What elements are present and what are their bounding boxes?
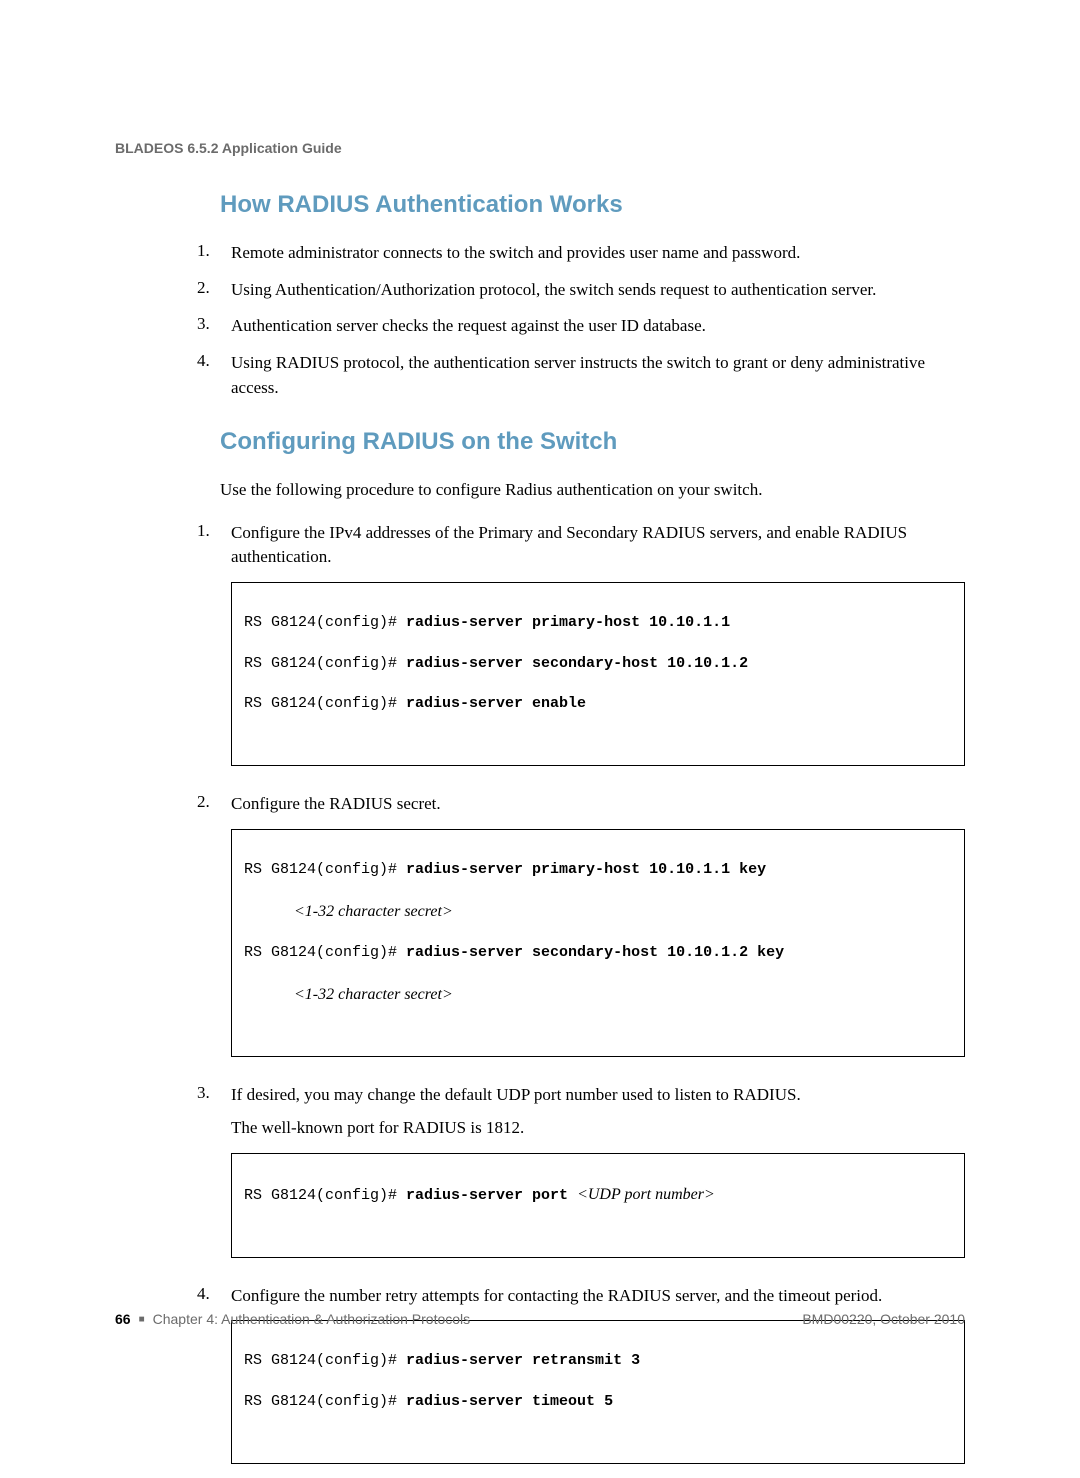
step-text: Using RADIUS protocol, the authenticatio… [231,351,965,400]
section2-step-2: 2. Configure the RADIUS secret. RS G8124… [197,792,965,1071]
step-number: 4. [197,351,221,400]
code-command: radius-server enable [406,695,586,712]
section1-step-2: 2. Using Authentication/Authorization pr… [197,278,965,303]
code-prompt: RS G8124(config)# [244,1393,406,1410]
page-footer: 66 ■ Chapter 4: Authentication & Authori… [115,1311,965,1327]
footer-page-number: 66 [115,1311,131,1327]
code-command: radius-server primary-host 10.10.1.1 key [406,861,766,878]
code-prompt: RS G8124(config)# [244,695,406,712]
code-block: RS G8124(config)# radius-server retransm… [231,1320,965,1464]
step-text: Using Authentication/Authorization proto… [231,278,965,303]
code-placeholder: <1-32 character secret> [244,901,453,923]
code-prompt: RS G8124(config)# [244,944,406,961]
section1-step-1: 1. Remote administrator connects to the … [197,241,965,266]
document-header: BLADEOS 6.5.2 Application Guide [115,140,965,156]
code-block: RS G8124(config)# radius-server primary-… [231,582,965,766]
step-text: Configure the RADIUS secret. [231,794,441,813]
code-block: RS G8124(config)# radius-server primary-… [231,829,965,1058]
step-text: Remote administrator connects to the swi… [231,241,965,266]
section2-heading: Configuring RADIUS on the Switch [115,428,965,456]
footer-doc-id: BMD00220, October 2010 [802,1311,965,1327]
code-command: radius-server retransmit 3 [406,1352,640,1369]
step-number: 1. [197,521,221,780]
step-number: 3. [197,1083,221,1271]
code-prompt: RS G8124(config)# [244,861,406,878]
code-command: radius-server secondary-host 10.10.1.2 [406,655,748,672]
step-number: 1. [197,241,221,266]
section1-step-4: 4. Using RADIUS protocol, the authentica… [197,351,965,400]
section2-intro: Use the following procedure to configure… [115,478,965,503]
step-number: 3. [197,314,221,339]
section-how-radius-works: How RADIUS Authentication Works 1. Remot… [115,191,965,400]
step-note: The well-known port for RADIUS is 1812. [231,1116,965,1141]
section2-step-1: 1. Configure the IPv4 addresses of the P… [197,521,965,780]
code-command: radius-server port [406,1187,577,1204]
step-text: Authentication server checks the request… [231,314,965,339]
step-text: Configure the number retry attempts for … [231,1286,882,1305]
section1-heading: How RADIUS Authentication Works [115,191,965,219]
code-prompt: RS G8124(config)# [244,1352,406,1369]
footer-separator-icon: ■ [139,1314,145,1325]
step-text: If desired, you may change the default U… [231,1085,801,1104]
code-block: RS G8124(config)# radius-server port <UD… [231,1153,965,1258]
step-number: 2. [197,792,221,1071]
code-command: radius-server secondary-host 10.10.1.2 k… [406,944,784,961]
section2-step-3: 3. If desired, you may change the defaul… [197,1083,965,1271]
code-command: radius-server timeout 5 [406,1393,613,1410]
code-command: radius-server primary-host 10.10.1.1 [406,614,730,631]
code-prompt: RS G8124(config)# [244,614,406,631]
footer-chapter: Chapter 4: Authentication & Authorizatio… [153,1311,471,1327]
code-placeholder: <1-32 character secret> [244,984,453,1006]
code-placeholder: <UDP port number> [577,1186,715,1203]
code-prompt: RS G8124(config)# [244,1187,406,1204]
step-number: 2. [197,278,221,303]
section1-step-3: 3. Authentication server checks the requ… [197,314,965,339]
code-prompt: RS G8124(config)# [244,655,406,672]
step-text: Configure the IPv4 addresses of the Prim… [231,523,907,567]
